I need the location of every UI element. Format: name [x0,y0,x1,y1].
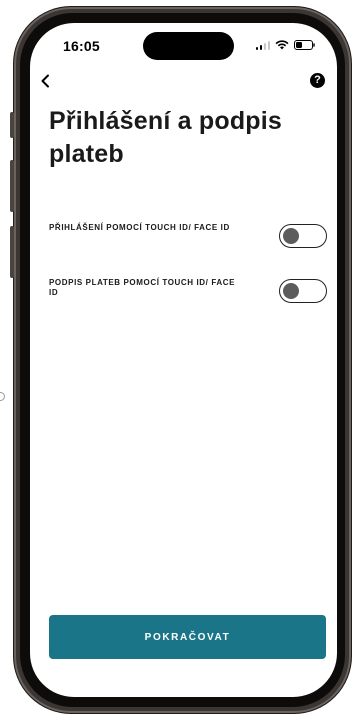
status-time: 16:05 [63,38,100,54]
chevron-left-icon[interactable] [38,73,54,89]
volume-down-button [10,226,14,278]
page: 16:05 ? Přihlášení a podpis plateb PŘIHL… [0,0,352,718]
setting-payment-biometric: PODPIS PLATEB POMOCÍ TOUCH ID/ FACE ID [49,278,327,308]
continue-button[interactable]: POKRAČOVAT [49,615,326,659]
setting-payment-label: PODPIS PLATEB POMOCÍ TOUCH ID/ FACE ID [49,278,236,297]
setting-login-biometric: PŘIHLÁŠENÍ POMOCÍ TOUCH ID/ FACE ID [49,223,327,253]
edge-mark [0,392,5,401]
page-title: Přihlášení a podpis plateb [49,107,283,168]
toggle-knob [283,282,299,299]
mute-switch [10,112,14,138]
volume-up-button [10,160,14,212]
login-biometric-toggle[interactable] [279,224,327,248]
wifi-icon [275,40,289,50]
payment-biometric-toggle[interactable] [279,279,327,303]
status-icons [255,39,316,51]
status-bar: 16:05 [30,23,337,67]
phone-screen: 16:05 ? Přihlášení a podpis plateb PŘIHL… [30,23,337,697]
dynamic-island [143,32,234,60]
toggle-knob [283,227,299,244]
battery-icon [294,40,315,50]
question-circle-icon[interactable]: ? [310,73,325,88]
cellular-signal-icon [255,40,270,50]
setting-login-label: PŘIHLÁŠENÍ POMOCÍ TOUCH ID/ FACE ID [49,223,230,232]
